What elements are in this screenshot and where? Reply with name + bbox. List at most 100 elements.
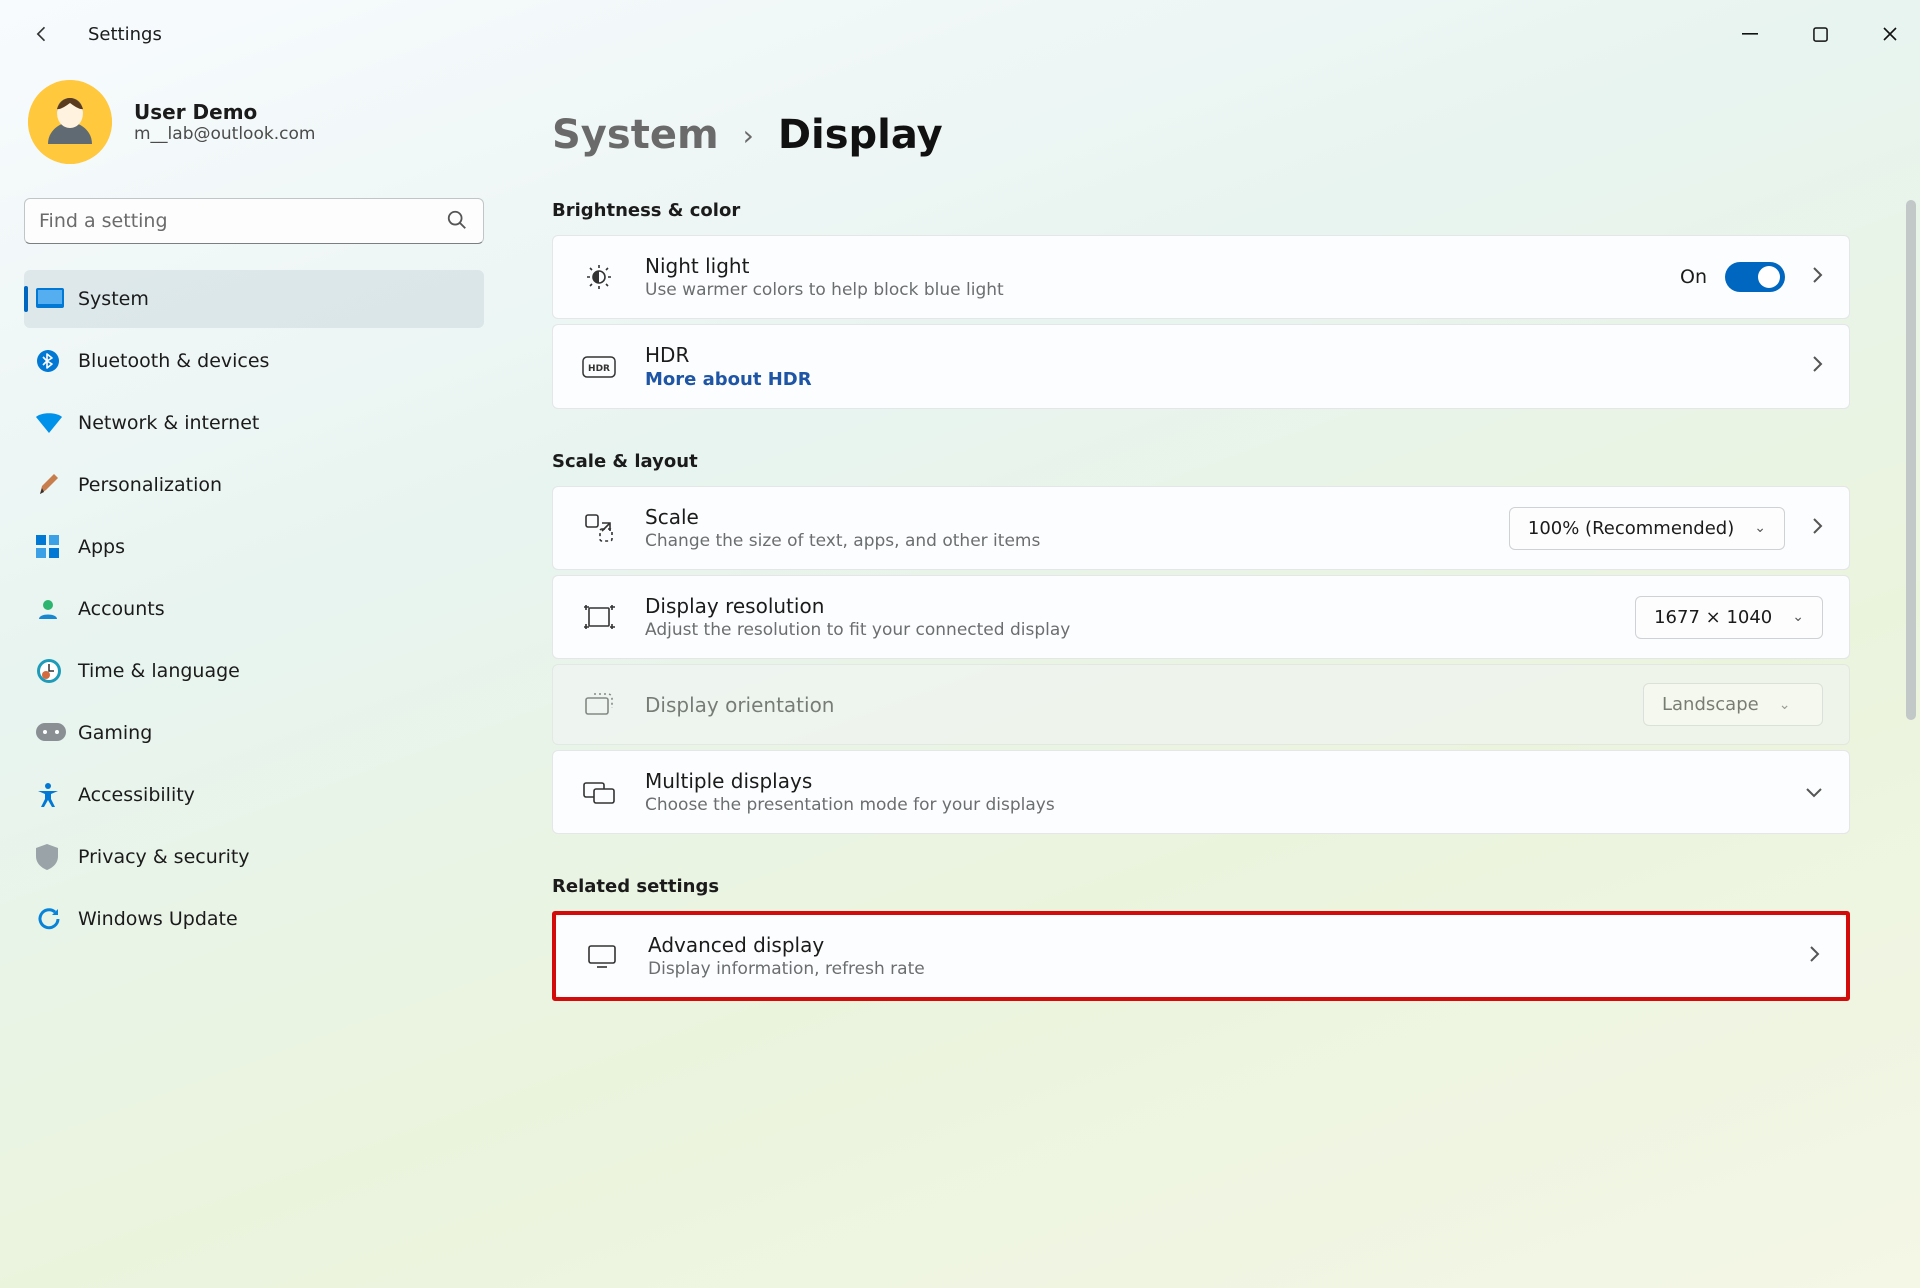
resolution-select[interactable]: 1677 × 1040 ⌄	[1635, 596, 1823, 639]
sidebar-item-label: Network & internet	[78, 412, 259, 434]
sidebar-item-label: Accounts	[78, 598, 165, 620]
back-button[interactable]	[28, 24, 56, 44]
card-title: Multiple displays	[645, 769, 1055, 793]
card-subtitle: Adjust the resolution to fit your connec…	[645, 620, 1070, 640]
sidebar-item-label: Time & language	[78, 660, 240, 682]
card-subtitle: Use warmer colors to help block blue lig…	[645, 280, 1004, 300]
chevron-right-icon	[1811, 266, 1823, 289]
sidebar-item-label: System	[78, 288, 149, 310]
title-bar: Settings	[0, 0, 1920, 68]
user-name: User Demo	[134, 100, 315, 124]
night-light-icon	[579, 262, 619, 292]
sidebar-item-label: Privacy & security	[78, 846, 250, 868]
monitor-icon	[582, 944, 622, 968]
orientation-select: Landscape ⌄	[1643, 683, 1823, 726]
sidebar-item-privacy[interactable]: Privacy & security	[24, 828, 484, 886]
toggle-state-label: On	[1680, 266, 1707, 288]
breadcrumb-leaf: Display	[778, 112, 943, 158]
apps-icon	[36, 535, 78, 559]
chevron-right-icon	[1808, 945, 1820, 968]
resolution-value: 1677 × 1040	[1654, 607, 1772, 628]
minimize-button[interactable]	[1738, 22, 1762, 46]
sidebar-item-apps[interactable]: Apps	[24, 518, 484, 576]
search-field[interactable]	[24, 198, 484, 244]
sidebar-item-label: Accessibility	[78, 784, 195, 806]
sidebar-item-label: Windows Update	[78, 908, 238, 930]
card-title: HDR	[645, 343, 812, 367]
bluetooth-icon	[36, 349, 78, 373]
sidebar-item-label: Personalization	[78, 474, 222, 496]
personalization-icon	[36, 472, 78, 498]
scale-card[interactable]: Scale Change the size of text, apps, and…	[552, 486, 1850, 570]
sidebar-item-gaming[interactable]: Gaming	[24, 704, 484, 762]
chevron-down-icon: ⌄	[1754, 520, 1766, 536]
content-pane: System › Display Brightness & color Nigh…	[508, 68, 1920, 1288]
hdr-card[interactable]: HDR HDR More about HDR	[552, 324, 1850, 409]
chevron-down-icon	[1805, 782, 1823, 803]
sidebar-item-personalization[interactable]: Personalization	[24, 456, 484, 514]
section-related: Related settings Advanced display Displa…	[552, 876, 1850, 1001]
accounts-icon	[36, 597, 78, 621]
app-title: Settings	[88, 24, 162, 45]
svg-text:HDR: HDR	[588, 364, 610, 374]
sidebar-item-bluetooth[interactable]: Bluetooth & devices	[24, 332, 484, 390]
sidebar-item-time-language[interactable]: Time & language	[24, 642, 484, 700]
time-icon	[36, 658, 78, 684]
sidebar-item-network[interactable]: Network & internet	[24, 394, 484, 452]
sidebar-nav: System Bluetooth & devices Network & int…	[24, 270, 484, 948]
breadcrumb-root[interactable]: System	[552, 112, 719, 158]
sidebar-item-system[interactable]: System	[24, 270, 484, 328]
hdr-learn-more-link[interactable]: More about HDR	[645, 369, 812, 390]
card-title: Scale	[645, 505, 1040, 529]
section-heading: Scale & layout	[552, 451, 1850, 472]
sidebar-item-label: Bluetooth & devices	[78, 350, 269, 372]
card-title: Advanced display	[648, 933, 925, 957]
orientation-card: Display orientation Landscape ⌄	[552, 664, 1850, 745]
card-subtitle: Change the size of text, apps, and other…	[645, 531, 1040, 551]
sidebar: User Demo m__lab@outlook.com System Bl	[0, 68, 508, 1288]
gaming-icon	[36, 723, 78, 743]
advanced-display-card[interactable]: Advanced display Display information, re…	[556, 915, 1846, 997]
night-light-card[interactable]: Night light Use warmer colors to help bl…	[552, 235, 1850, 319]
resolution-icon	[579, 604, 619, 630]
scale-select[interactable]: 100% (Recommended) ⌄	[1509, 507, 1785, 550]
orientation-icon	[579, 692, 619, 718]
section-brightness-color: Brightness & color Night light Use warme…	[552, 200, 1850, 409]
shield-icon	[36, 844, 78, 870]
card-title: Display orientation	[645, 693, 834, 717]
network-icon	[36, 413, 78, 433]
scale-icon	[579, 513, 619, 543]
multiple-displays-icon	[579, 779, 619, 805]
section-scale-layout: Scale & layout Scale Change the size of …	[552, 451, 1850, 834]
hdr-icon: HDR	[579, 356, 619, 378]
search-icon	[446, 209, 468, 235]
card-title: Night light	[645, 254, 1004, 278]
search-input[interactable]	[24, 198, 484, 244]
chevron-down-icon: ⌄	[1792, 609, 1804, 625]
accessibility-icon	[36, 782, 78, 808]
night-light-toggle[interactable]	[1725, 262, 1785, 292]
multiple-displays-card[interactable]: Multiple displays Choose the presentatio…	[552, 750, 1850, 834]
sidebar-item-label: Apps	[78, 536, 125, 558]
user-email: m__lab@outlook.com	[134, 124, 315, 144]
scrollbar[interactable]	[1906, 200, 1916, 720]
sidebar-item-accessibility[interactable]: Accessibility	[24, 766, 484, 824]
chevron-right-icon	[1811, 355, 1823, 378]
avatar	[28, 80, 112, 164]
card-title: Display resolution	[645, 594, 1070, 618]
scale-value: 100% (Recommended)	[1528, 518, 1734, 539]
chevron-down-icon: ⌄	[1779, 697, 1791, 713]
sidebar-item-accounts[interactable]: Accounts	[24, 580, 484, 638]
maximize-button[interactable]	[1808, 22, 1832, 46]
section-heading: Brightness & color	[552, 200, 1850, 221]
highlight-annotation: Advanced display Display information, re…	[552, 911, 1850, 1001]
sidebar-item-label: Gaming	[78, 722, 152, 744]
card-subtitle: Display information, refresh rate	[648, 959, 925, 979]
resolution-card[interactable]: Display resolution Adjust the resolution…	[552, 575, 1850, 659]
card-subtitle: Choose the presentation mode for your di…	[645, 795, 1055, 815]
orientation-value: Landscape	[1662, 694, 1759, 715]
sidebar-item-windows-update[interactable]: Windows Update	[24, 890, 484, 948]
user-account-row[interactable]: User Demo m__lab@outlook.com	[24, 68, 484, 198]
section-heading: Related settings	[552, 876, 1850, 897]
close-button[interactable]	[1878, 22, 1902, 46]
